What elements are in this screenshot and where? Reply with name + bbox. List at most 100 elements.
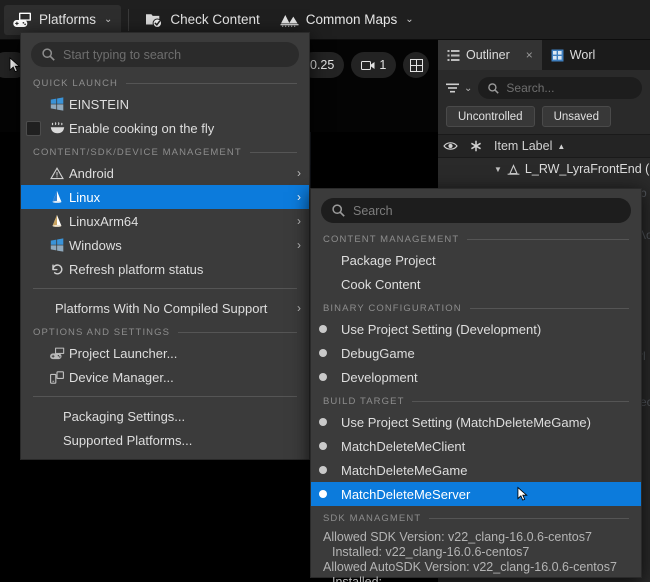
menu-item-platforms-no-compiled-support[interactable]: Platforms With No Compiled Support › (21, 296, 309, 320)
chevron-down-icon: ⌄ (464, 82, 473, 94)
toolbar-check-content-button[interactable]: Check Content (136, 5, 268, 35)
menu-item-refresh-platform-status[interactable]: Refresh platform status (21, 257, 309, 281)
sdk-allowed-autosdk-version: Allowed AutoSDK Version: v22_clang-16.0.… (323, 560, 617, 574)
outliner-filter-button[interactable]: ⌄ (446, 82, 472, 94)
submenu-item-package-project[interactable]: Package Project (311, 248, 641, 272)
menu-item-device-manager[interactable]: Device Manager... (21, 365, 309, 389)
section-rule (126, 83, 297, 84)
menu-item-enable-cooking-on-the-fly[interactable]: Enable cooking on the fly (21, 116, 309, 140)
menu-item-linuxarm64-label: LinuxArm64 (69, 213, 139, 229)
submenu-item-use-project-setting-development[interactable]: Use Project Setting (Development) (311, 317, 641, 341)
windows-platform-icon (45, 238, 69, 252)
expander-icon[interactable]: ▼ (494, 165, 502, 174)
submenu-item-use-project-setting-matchdeletemegame-label: Use Project Setting (MatchDeleteMeGame) (341, 414, 591, 430)
radio-button[interactable] (311, 490, 335, 498)
linux-submenu-search-placeholder: Search (353, 203, 393, 218)
tab-outliner[interactable]: Outliner × (438, 40, 542, 70)
chevron-right-icon: › (297, 238, 301, 252)
viewport-camera-speed-chip[interactable]: 1 (351, 52, 397, 78)
close-icon[interactable]: × (526, 48, 533, 62)
outliner-column-item-label[interactable]: Item Label ▲ (488, 139, 565, 153)
chevron-right-icon: › (297, 190, 301, 204)
outliner-search-row: ⌄ Search... (438, 70, 650, 106)
menu-item-einstein-label: EINSTEIN (69, 96, 129, 112)
submenu-item-cook-content-label: Cook Content (341, 276, 421, 292)
section-options-and-settings: OPTIONS AND SETTINGS (21, 320, 309, 341)
eye-icon[interactable] (438, 141, 463, 151)
pill-unsaved[interactable]: Unsaved (541, 106, 611, 127)
device-manager-icon (45, 370, 69, 384)
menu-item-packaging-settings[interactable]: Packaging Settings... (21, 404, 309, 428)
toolbar-common-maps-button[interactable]: Common Maps ⌄ (271, 5, 423, 35)
toolbar-check-content-label: Check Content (170, 12, 260, 27)
project-launcher-icon (45, 347, 69, 360)
search-icon (488, 82, 500, 94)
chevron-down-icon: ⌄ (405, 14, 414, 25)
outliner-row-label: L_RW_LyraFrontEnd ( (524, 162, 650, 176)
radio-button[interactable] (311, 418, 335, 426)
level-icon (507, 163, 520, 175)
linux-submenu-search-input[interactable]: Search (321, 198, 631, 223)
chevron-right-icon: › (297, 301, 301, 315)
menu-item-project-launcher-label: Project Launcher... (69, 345, 178, 361)
section-rule (249, 152, 297, 153)
radio-button[interactable] (311, 466, 335, 474)
sdk-info-block: Allowed SDK Version: v22_clang-16.0.6-ce… (311, 527, 641, 582)
grid-icon (409, 58, 423, 72)
menu-item-android[interactable]: Android › (21, 161, 309, 185)
outliner-filter-pills: Uncontrolled Unsaved (438, 106, 650, 134)
radio-button[interactable] (311, 373, 335, 381)
cooking-bowl-icon (45, 121, 69, 135)
section-options-and-settings-label: OPTIONS AND SETTINGS (33, 327, 171, 338)
submenu-item-development[interactable]: Development (311, 365, 641, 389)
star-icon[interactable] (463, 140, 488, 152)
filter-icon (446, 82, 460, 94)
outliner-search-input[interactable]: Search... (478, 77, 642, 99)
toolbar-common-maps-label: Common Maps (305, 12, 398, 27)
outliner-row-level[interactable]: ▼ L_RW_LyraFrontEnd ( (438, 158, 650, 180)
radio-button[interactable] (311, 349, 335, 357)
check-content-icon (145, 12, 163, 28)
submenu-item-matchdeletemeclient[interactable]: MatchDeleteMeClient (311, 434, 641, 458)
submenu-item-matchdeletemegame-label: MatchDeleteMeGame (341, 462, 468, 478)
outliner-icon (447, 49, 460, 62)
menu-item-packaging-settings-label: Packaging Settings... (63, 408, 186, 424)
menu-divider (33, 396, 297, 397)
search-icon (332, 204, 345, 217)
menu-item-supported-platforms[interactable]: Supported Platforms... (21, 428, 309, 452)
menu-item-einstein[interactable]: EINSTEIN (21, 92, 309, 116)
section-sdk-managment: SDK MANAGMENT (311, 506, 641, 527)
section-build-target: BUILD TARGET (311, 389, 641, 410)
platforms-search-input[interactable]: Start typing to search (31, 42, 299, 67)
cooking-checkbox[interactable] (21, 120, 45, 136)
outliner-column-header: Item Label ▲ (438, 134, 650, 158)
tab-world-settings[interactable]: Worl (542, 40, 604, 70)
outliner-search-placeholder: Search... (506, 81, 555, 95)
menu-item-linux-label: Linux (69, 189, 101, 205)
camera-icon (361, 60, 375, 71)
submenu-item-cook-content[interactable]: Cook Content (311, 272, 641, 296)
submenu-item-matchdeletemeserver[interactable]: MatchDeleteMeServer (311, 482, 641, 506)
menu-item-linux[interactable]: Linux › (21, 185, 309, 209)
submenu-item-debuggame-label: DebugGame (341, 345, 415, 361)
toolbar-divider (128, 8, 130, 31)
menu-item-linuxarm64[interactable]: LinuxArm64 › (21, 209, 309, 233)
menu-item-windows[interactable]: Windows › (21, 233, 309, 257)
platforms-search-placeholder: Start typing to search (63, 47, 182, 62)
submenu-item-use-project-setting-matchdeletemegame[interactable]: Use Project Setting (MatchDeleteMeGame) (311, 410, 641, 434)
viewport-scale-value: 0.25 (310, 58, 335, 72)
toolbar-platforms-button[interactable]: Platforms ⌄ (4, 4, 122, 35)
section-rule (469, 308, 629, 309)
platforms-search-wrap: Start typing to search (21, 33, 309, 71)
radio-button[interactable] (311, 442, 335, 450)
pill-uncontrolled[interactable]: Uncontrolled (446, 106, 535, 127)
menu-item-refresh-platform-status-label: Refresh platform status (69, 261, 204, 277)
linuxarm-platform-icon (45, 214, 69, 228)
toolbar-platforms-label: Platforms (39, 12, 97, 27)
section-quick-launch-label: QUICK LAUNCH (33, 78, 118, 89)
menu-item-project-launcher[interactable]: Project Launcher... (21, 341, 309, 365)
submenu-item-debuggame[interactable]: DebugGame (311, 341, 641, 365)
viewport-layout-chip[interactable] (403, 52, 430, 78)
submenu-item-matchdeletemegame[interactable]: MatchDeleteMeGame (311, 458, 641, 482)
radio-button[interactable] (311, 325, 335, 333)
